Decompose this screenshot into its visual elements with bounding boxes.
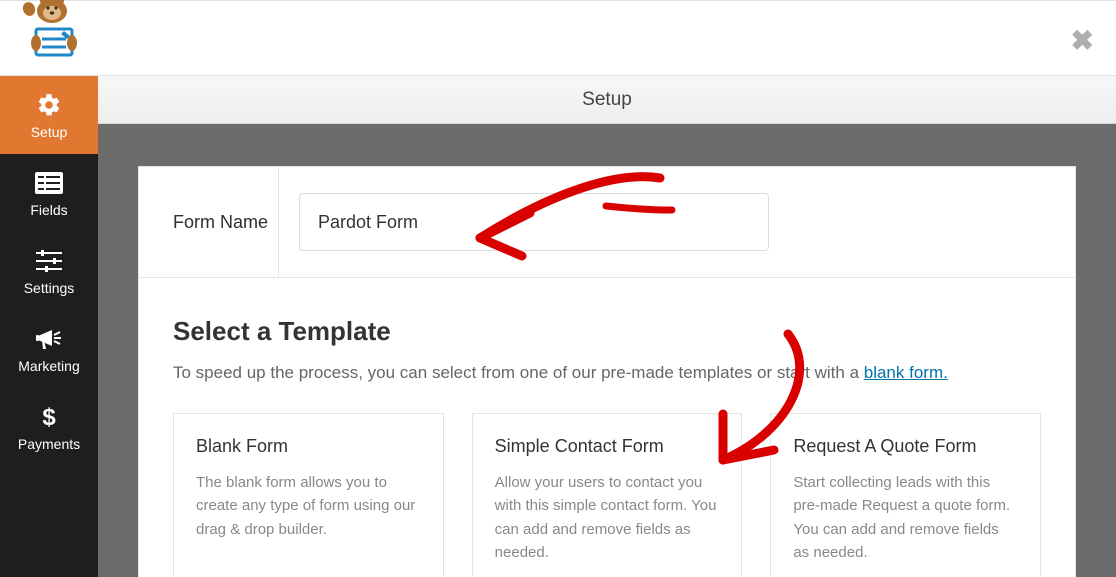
sidebar-item-label: Fields xyxy=(30,202,67,218)
template-card-request-quote[interactable]: Request A Quote Form Start collecting le… xyxy=(770,413,1041,577)
sidebar-item-label: Payments xyxy=(18,436,80,452)
sliders-icon xyxy=(36,246,62,276)
template-grid: Blank Form The blank form allows you to … xyxy=(173,413,1041,577)
main-area: Setup Form Name Select a Template To spe… xyxy=(98,76,1116,577)
template-card-title: Request A Quote Form xyxy=(793,436,1018,457)
sidebar: Setup Fields Settings Marketing xyxy=(0,76,98,577)
close-icon[interactable]: ✖ xyxy=(1071,27,1094,55)
template-lead: To speed up the process, you can select … xyxy=(173,363,1041,383)
page-title: Setup xyxy=(582,89,632,111)
sidebar-item-label: Marketing xyxy=(18,358,79,374)
template-card-desc: Start collecting leads with this pre-mad… xyxy=(793,471,1018,564)
canvas: Form Name Select a Template To speed up … xyxy=(98,124,1116,577)
dollar-icon: $ xyxy=(41,402,57,432)
template-card-title: Simple Contact Form xyxy=(495,436,720,457)
wpforms-logo xyxy=(12,0,92,70)
template-card-simple-contact[interactable]: Simple Contact Form Allow your users to … xyxy=(472,413,743,577)
sidebar-item-label: Settings xyxy=(24,280,75,296)
sidebar-item-fields[interactable]: Fields xyxy=(0,154,98,232)
setup-panel: Form Name Select a Template To speed up … xyxy=(138,166,1076,577)
template-heading: Select a Template xyxy=(173,316,1041,347)
gear-icon xyxy=(36,90,62,120)
form-name-label: Form Name xyxy=(139,167,279,277)
template-card-desc: Allow your users to contact you with thi… xyxy=(495,471,720,564)
list-icon xyxy=(35,168,63,198)
blank-form-link[interactable]: blank form. xyxy=(864,363,948,382)
page-title-bar: Setup xyxy=(98,76,1116,124)
template-lead-text: To speed up the process, you can select … xyxy=(173,363,864,382)
sidebar-item-payments[interactable]: $ Payments xyxy=(0,388,98,466)
sidebar-item-marketing[interactable]: Marketing xyxy=(0,310,98,388)
template-card-desc: The blank form allows you to create any … xyxy=(196,471,421,541)
sidebar-item-setup[interactable]: Setup xyxy=(0,76,98,154)
form-name-input[interactable] xyxy=(299,193,769,251)
sidebar-item-settings[interactable]: Settings xyxy=(0,232,98,310)
bullhorn-icon xyxy=(36,324,62,354)
template-card-title: Blank Form xyxy=(196,436,421,457)
svg-text:$: $ xyxy=(42,404,56,430)
sidebar-item-label: Setup xyxy=(31,124,68,140)
template-card-blank[interactable]: Blank Form The blank form allows you to … xyxy=(173,413,444,577)
form-name-row: Form Name xyxy=(139,167,1075,278)
top-header: ✖ xyxy=(0,0,1116,76)
